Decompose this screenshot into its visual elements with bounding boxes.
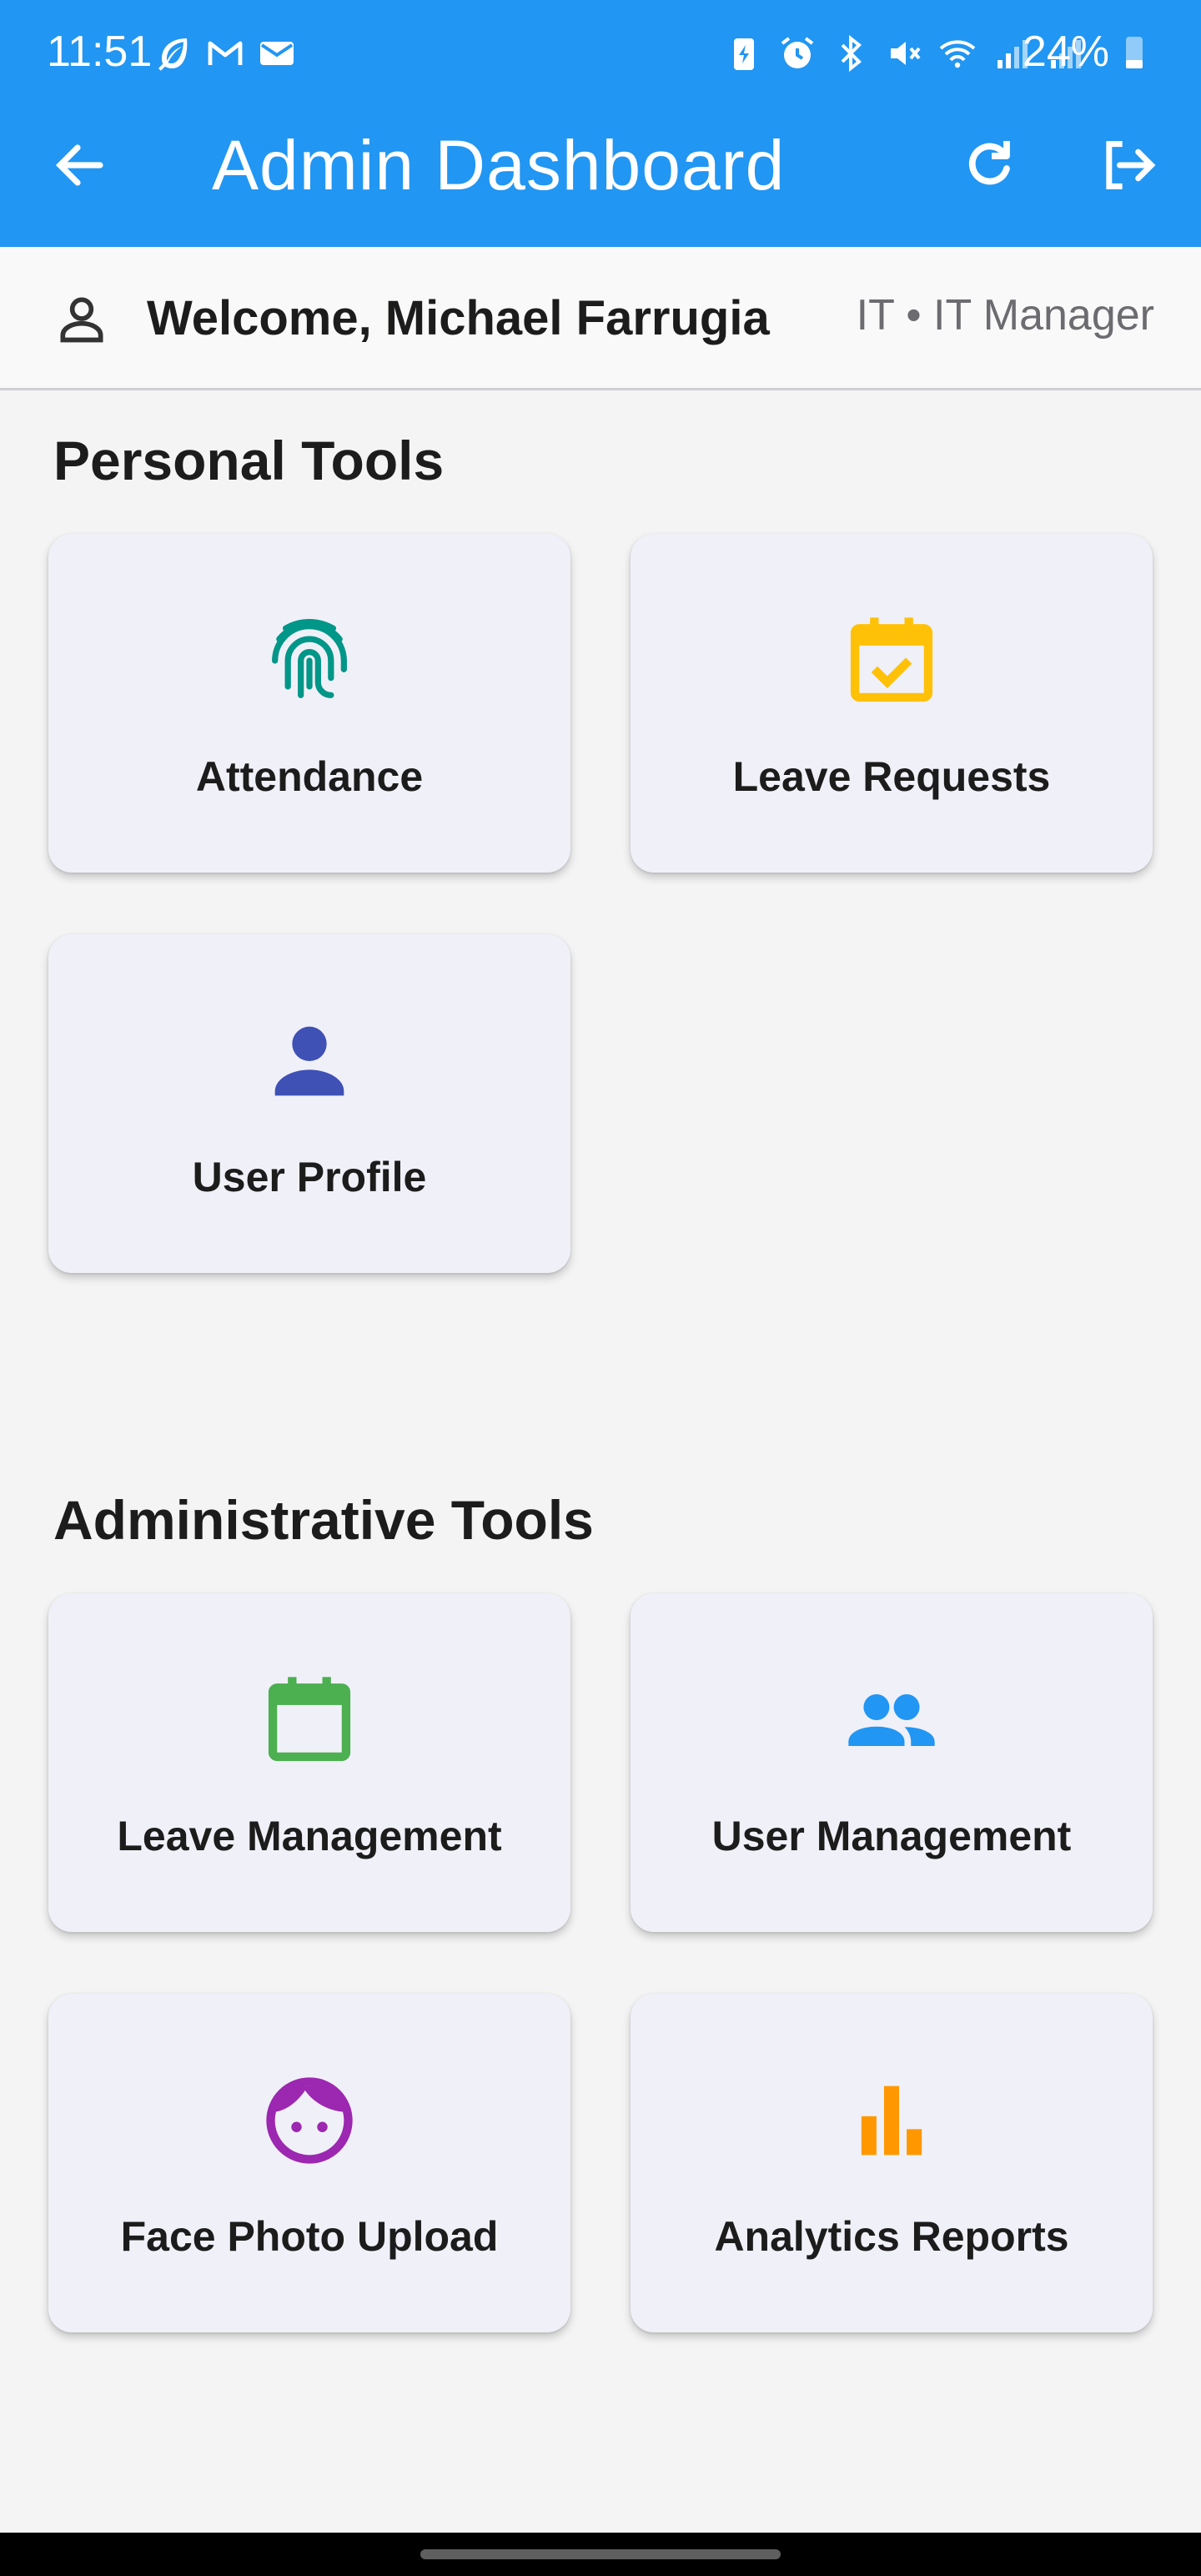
- person-outline-icon: [60, 297, 103, 343]
- home-gesture-handle[interactable]: [420, 2549, 781, 2559]
- card-label: User Profile: [192, 1154, 427, 1200]
- status-time: 11:51: [47, 28, 153, 76]
- battery-icon: [1126, 37, 1143, 68]
- mute-icon: [891, 42, 921, 65]
- welcome-banner: Welcome, Michael Farrugia IT • IT Manage…: [0, 247, 1201, 390]
- system-nav-bar: [0, 2533, 1201, 2576]
- arrow-back-icon[interactable]: [50, 135, 110, 195]
- mail-icon: [260, 42, 294, 65]
- user-role: IT • IT Manager: [856, 291, 1154, 340]
- status-left-icons: [153, 33, 297, 73]
- card-label: Analytics Reports: [714, 2213, 1069, 2260]
- card-label: Face Photo Upload: [120, 2213, 499, 2260]
- refresh-icon[interactable]: [959, 133, 1019, 194]
- status-bar: 11:51 24%: [0, 0, 1201, 108]
- card-analytics-reports[interactable]: Analytics Reports: [631, 1994, 1153, 2332]
- card-label: User Management: [711, 1813, 1072, 1859]
- event-available-icon: [850, 617, 933, 702]
- card-face-photo-upload[interactable]: Face Photo Upload: [48, 1994, 570, 2332]
- leaf-icon: [158, 38, 188, 71]
- bar-chart-icon: [861, 2085, 922, 2156]
- person-icon: [274, 1026, 344, 1096]
- gmail-icon: [208, 41, 243, 65]
- battery-percent: 24%: [1022, 28, 1109, 76]
- battery-indicator: 24%: [1023, 27, 1154, 77]
- section-title-admin: Administrative Tools: [53, 1489, 594, 1551]
- section-title-personal: Personal Tools: [53, 430, 445, 491]
- battery-saver-icon: [734, 38, 754, 70]
- logout-icon[interactable]: [1096, 133, 1159, 197]
- card-user-profile[interactable]: User Profile: [48, 934, 570, 1273]
- card-label: Leave Requests: [732, 753, 1051, 800]
- alarm-icon: [781, 37, 814, 68]
- people-icon: [848, 1694, 935, 1746]
- card-leave-requests[interactable]: Leave Requests: [631, 534, 1153, 873]
- card-leave-management[interactable]: Leave Management: [48, 1593, 570, 1932]
- welcome-text: Welcome, Michael Farrugia: [147, 291, 770, 345]
- card-label: Attendance: [195, 753, 424, 800]
- card-attendance[interactable]: Attendance: [48, 534, 570, 873]
- card-label: Leave Management: [117, 1813, 502, 1859]
- wifi-icon: [939, 40, 976, 68]
- card-user-management[interactable]: User Management: [631, 1593, 1153, 1932]
- face-icon: [266, 2077, 353, 2164]
- page-title: Admin Dashboard: [212, 126, 786, 204]
- bluetooth-icon: [841, 34, 862, 73]
- fingerprint-icon: [272, 619, 347, 698]
- app-header: 11:51 24% Admin Dashboard: [0, 0, 1201, 247]
- calendar-icon: [268, 1677, 351, 1762]
